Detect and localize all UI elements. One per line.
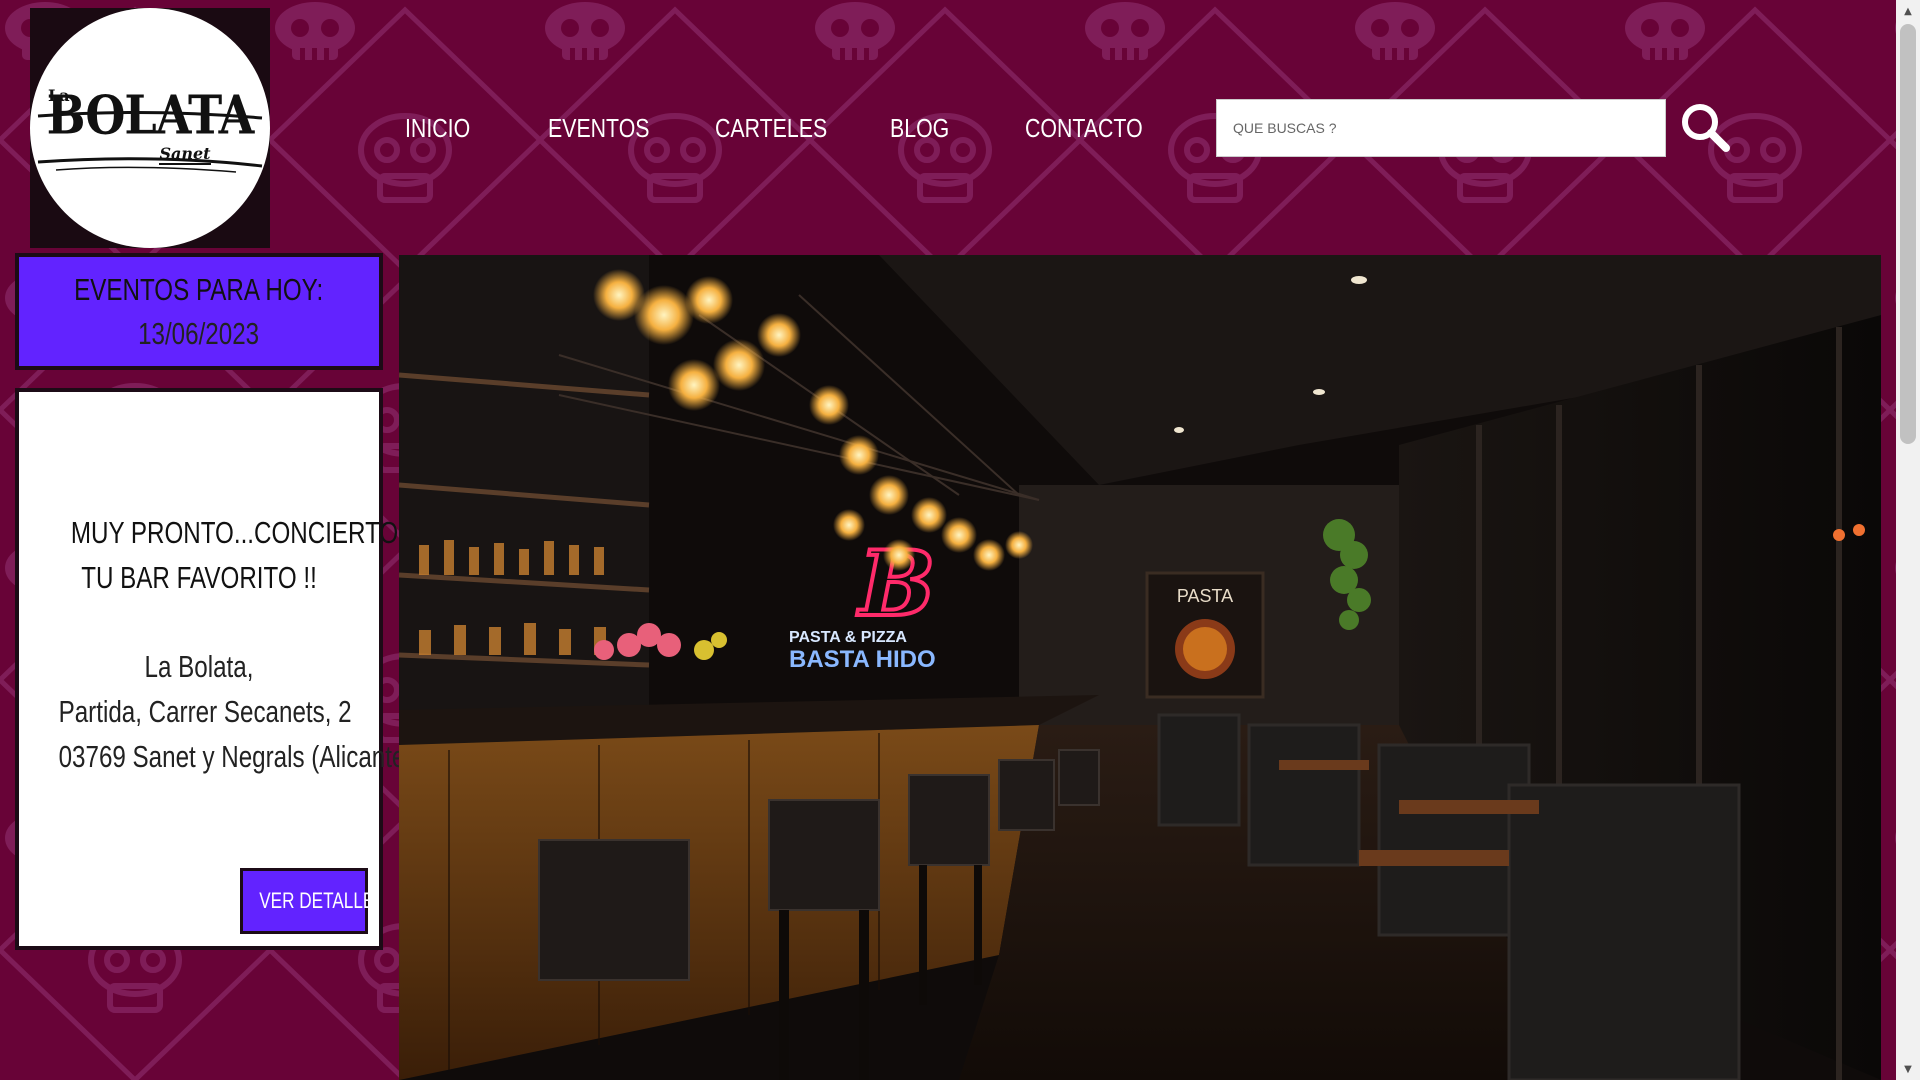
neon-sign-top: PASTA & PIZZA [789,629,907,646]
nav-item-eventos[interactable]: EVENTOS [548,113,650,144]
nav-item-carteles[interactable]: CARTELES [715,113,827,144]
search-input[interactable] [1216,99,1666,157]
nav-item-contacto[interactable]: CONTACTO [1025,113,1143,144]
restaurant-interior-image: B PASTA & PIZZA BASTA HIDO PASTA [399,255,1881,1080]
hero-photo: B PASTA & PIZZA BASTA HIDO PASTA [399,255,1881,1080]
event-title-line2: TU BAR FAVORITO !! [81,560,317,595]
scroll-down-icon[interactable]: ▼ [1896,1058,1920,1080]
scrollbar-thumb[interactable] [1900,24,1916,444]
event-address-line3: 03769 Sanet y Negrals (Alicante) [58,739,414,774]
poster-title: PASTA [1177,586,1233,606]
today-events-date: 13/06/2023 [138,315,260,351]
event-address-line1: La Bolata, [144,649,254,684]
view-detail-button[interactable]: VER DETALLE [240,868,374,934]
event-address-line2: Partida, Carrer Secanets, 2 [58,694,352,729]
logo-place: Sanet [159,143,211,165]
search-icon [1682,104,1730,152]
logo-badge: La BOLATA Sanet [30,8,270,248]
logo-name: BOLATA [46,83,255,146]
nav-item-blog[interactable]: BLOG [890,113,949,144]
today-events-title: EVENTOS PARA HOY: [74,272,324,308]
site-logo[interactable]: La BOLATA Sanet [30,8,270,248]
today-events-box: EVENTOS PARA HOY: 13/06/2023 [15,253,383,370]
event-address: La Bolata, Partida, Carrer Secanets, 2 0… [19,644,414,779]
view-detail-label: VER DETALLE [259,888,375,913]
page-scrollbar[interactable]: ▲ ▼ [1896,0,1920,1080]
neon-sign-main: BASTA HIDO [789,646,936,673]
scroll-up-icon[interactable]: ▲ [1896,0,1920,22]
nav-item-inicio[interactable]: INICIO [405,113,470,144]
event-title: MUY PRONTO...CONCIERTO EN TU BAR FAVORIT… [19,510,439,600]
event-card: MUY PRONTO...CONCIERTO EN TU BAR FAVORIT… [15,388,439,950]
search-button[interactable] [1678,100,1734,156]
event-title-line1: MUY PRONTO...CONCIERTO EN [70,515,439,550]
